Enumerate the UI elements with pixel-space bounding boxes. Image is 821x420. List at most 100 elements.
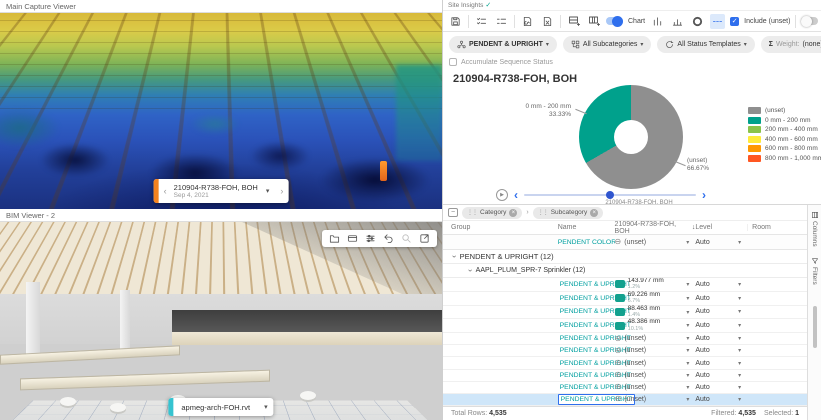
row-level[interactable]: Auto — [695, 347, 709, 354]
column-chart-icon[interactable] — [670, 14, 685, 29]
table-row[interactable]: PENDENT & UPRIGHT ⊖(unset) ▾ Auto▾ — [443, 382, 807, 394]
add-column-icon[interactable] — [586, 14, 601, 29]
chevron-down-icon[interactable]: ▾ — [686, 347, 689, 354]
row-level[interactable]: Auto — [695, 372, 709, 379]
scrollbar-thumb[interactable] — [813, 306, 817, 348]
open-in-new-icon[interactable] — [419, 233, 430, 244]
chevron-down-icon[interactable]: ▾ — [738, 347, 741, 354]
capture-location-marker[interactable] — [380, 161, 387, 181]
row-level[interactable]: Auto — [695, 396, 709, 403]
checklist-icon[interactable] — [474, 14, 489, 29]
column-header-name[interactable]: Name — [558, 224, 615, 231]
table-row[interactable]: PENDENT & UPRIGHT ⊖(unset) ▾ Auto▾ — [443, 370, 807, 382]
chevron-down-icon[interactable]: ▾ — [686, 396, 689, 403]
table-row[interactable]: PENDENT & UPRIGHT ⊖(unset) ▾ Auto▾ — [443, 345, 807, 357]
row-level[interactable]: Auto — [695, 295, 709, 302]
add-row-icon[interactable] — [566, 14, 581, 29]
drag-handle-icon[interactable]: ⋮⋮ — [467, 209, 477, 216]
capture-chip-dropdown-icon[interactable]: ▾ — [260, 187, 276, 195]
table-row[interactable]: PENDENT & UPRIGHT 69.226 mm 6.7% ⊖ ▾ Aut… — [443, 292, 807, 306]
chevron-down-icon[interactable]: ▾ — [686, 322, 689, 329]
status-template-filter-dropdown[interactable]: All Status Templates ▾ — [657, 36, 754, 53]
column-header-room[interactable]: Room — [747, 224, 807, 231]
row-level[interactable]: Auto — [695, 360, 709, 367]
row-level[interactable]: Auto — [695, 281, 709, 288]
chevron-down-icon[interactable]: ▾ — [738, 335, 741, 342]
chevron-down-icon[interactable]: ▾ — [738, 360, 741, 367]
chevron-down-icon[interactable]: ▾ — [738, 372, 741, 379]
weight-filter-dropdown[interactable]: Σ Weight: (none) ▾ — [761, 36, 821, 53]
chevron-down-icon[interactable]: ▾ — [738, 295, 741, 302]
tab-filters[interactable]: Filters — [811, 257, 819, 285]
custom-properties-toggle[interactable] — [801, 17, 818, 25]
tab-columns[interactable]: Columns — [811, 211, 819, 247]
bim-viewport[interactable]: apmeg-arch-FOH.rvt ▾ — [0, 222, 442, 420]
dashes-chart-icon[interactable] — [710, 14, 725, 29]
row-level[interactable]: Auto — [695, 384, 709, 391]
row-level[interactable]: Auto — [695, 322, 709, 329]
chevron-down-icon[interactable]: ▾ — [686, 335, 689, 342]
table-row[interactable]: PENDENT & UPRIGHT 143.977 mm 1.2% ⊖ ▾ Au… — [443, 278, 807, 292]
export-csv-icon[interactable] — [520, 14, 535, 29]
pinned-row-value[interactable]: (unset) — [624, 239, 646, 246]
table-row[interactable]: PENDENT & UPRIGHT ⊖(unset) ▾ Auto▾ — [443, 357, 807, 369]
column-header-group[interactable]: Group — [443, 224, 558, 231]
play-icon[interactable]: ▶ — [496, 189, 508, 201]
row-level[interactable]: Auto — [695, 308, 709, 315]
donut-chart[interactable] — [579, 85, 683, 189]
export-xls-icon[interactable] — [540, 14, 555, 29]
table-row[interactable]: PENDENT & UPRIGHT 88.463 mm 1.4% ⊖ ▾ Aut… — [443, 306, 807, 320]
views-card-icon[interactable] — [347, 233, 358, 244]
remove-chip-icon[interactable]: × — [509, 209, 517, 217]
drag-handle-icon[interactable]: ⋮⋮ — [538, 209, 548, 216]
chevron-down-icon[interactable]: ▾ — [738, 281, 741, 288]
chart-toggle[interactable] — [606, 17, 623, 25]
remove-chip-icon[interactable]: × — [590, 209, 598, 217]
slider-prev-icon[interactable]: ‹ — [514, 190, 518, 200]
capture-selector-chip[interactable]: ‹ 210904-R738-FOH, BOH Sep 4, 2021 ▾ › — [154, 179, 289, 203]
chevron-down-icon[interactable]: ▾ — [686, 295, 689, 302]
collapse-group-icon[interactable]: › — [450, 255, 459, 258]
chevron-down-icon[interactable]: ▾ — [738, 384, 741, 391]
table-row[interactable]: PENDENT & UPRIGHT ⊖(unset) ▾ Auto▾ — [443, 394, 807, 406]
save-icon[interactable] — [448, 14, 463, 29]
pinned-row-name[interactable]: PENDENT COLOR P... — [558, 239, 615, 246]
subcategory-filter-dropdown[interactable]: All Subcategories ▾ — [563, 36, 652, 53]
chevron-down-icon[interactable]: ▾ — [686, 309, 689, 316]
capture-prev-icon[interactable]: ‹ — [159, 186, 172, 196]
table-row[interactable]: PENDENT & UPRIGHT 48.386 mm 10.1% ⊖ ▾ Au… — [443, 319, 807, 333]
group-chip-category[interactable]: ⋮⋮ Category × — [462, 207, 522, 219]
include-unset-checkbox[interactable]: ✓ — [730, 17, 739, 26]
table-row[interactable]: PENDENT & UPRIGHT ⊖(unset) ▾ Auto▾ — [443, 333, 807, 345]
slider-next-icon[interactable]: › — [702, 190, 706, 200]
list-options-icon[interactable] — [494, 14, 509, 29]
settings-sliders-icon[interactable] — [365, 233, 376, 244]
collapse-group-icon[interactable]: › — [466, 269, 475, 272]
undo-icon[interactable] — [383, 233, 394, 244]
chevron-down-icon[interactable]: ▾ — [738, 239, 741, 246]
point-cloud-viewport[interactable]: ‹ 210904-R738-FOH, BOH Sep 4, 2021 ▾ › — [0, 13, 442, 209]
search-icon[interactable] — [401, 233, 412, 244]
bim-model-chip[interactable]: apmeg-arch-FOH.rvt ▾ — [168, 398, 273, 416]
accumulate-checkbox[interactable] — [449, 58, 457, 66]
chevron-down-icon[interactable]: ▾ — [738, 396, 741, 403]
subgroup-row[interactable]: › AAPL_PLUM_SPR-7 Sprinkler (12) — [443, 264, 807, 278]
chevron-down-icon[interactable]: ▾ — [738, 322, 741, 329]
folder-icon[interactable] — [329, 233, 340, 244]
pinned-row-level[interactable]: Auto — [695, 239, 709, 246]
column-header-level[interactable]: Level — [695, 224, 747, 231]
capture-next-icon[interactable]: › — [275, 186, 288, 196]
donut-chart-icon[interactable] — [690, 14, 705, 29]
chevron-down-icon[interactable]: ▾ — [686, 384, 689, 391]
timeline-handle[interactable] — [606, 191, 614, 199]
chevron-down-icon[interactable]: ▾ — [686, 281, 689, 288]
bar-chart-icon[interactable] — [650, 14, 665, 29]
column-header-capture[interactable]: 210904-R738-FOH, BOH↓ — [615, 221, 696, 235]
timeline-track[interactable] — [524, 194, 696, 196]
row-level[interactable]: Auto — [695, 335, 709, 342]
chevron-down-icon[interactable]: ▾ — [686, 360, 689, 367]
group-chip-subcategory[interactable]: ⋮⋮ Subcategory × — [533, 207, 604, 219]
collapse-all-icon[interactable]: − — [448, 208, 458, 217]
bim-model-dropdown-icon[interactable]: ▾ — [258, 403, 274, 411]
chevron-down-icon[interactable]: ▾ — [686, 239, 689, 246]
